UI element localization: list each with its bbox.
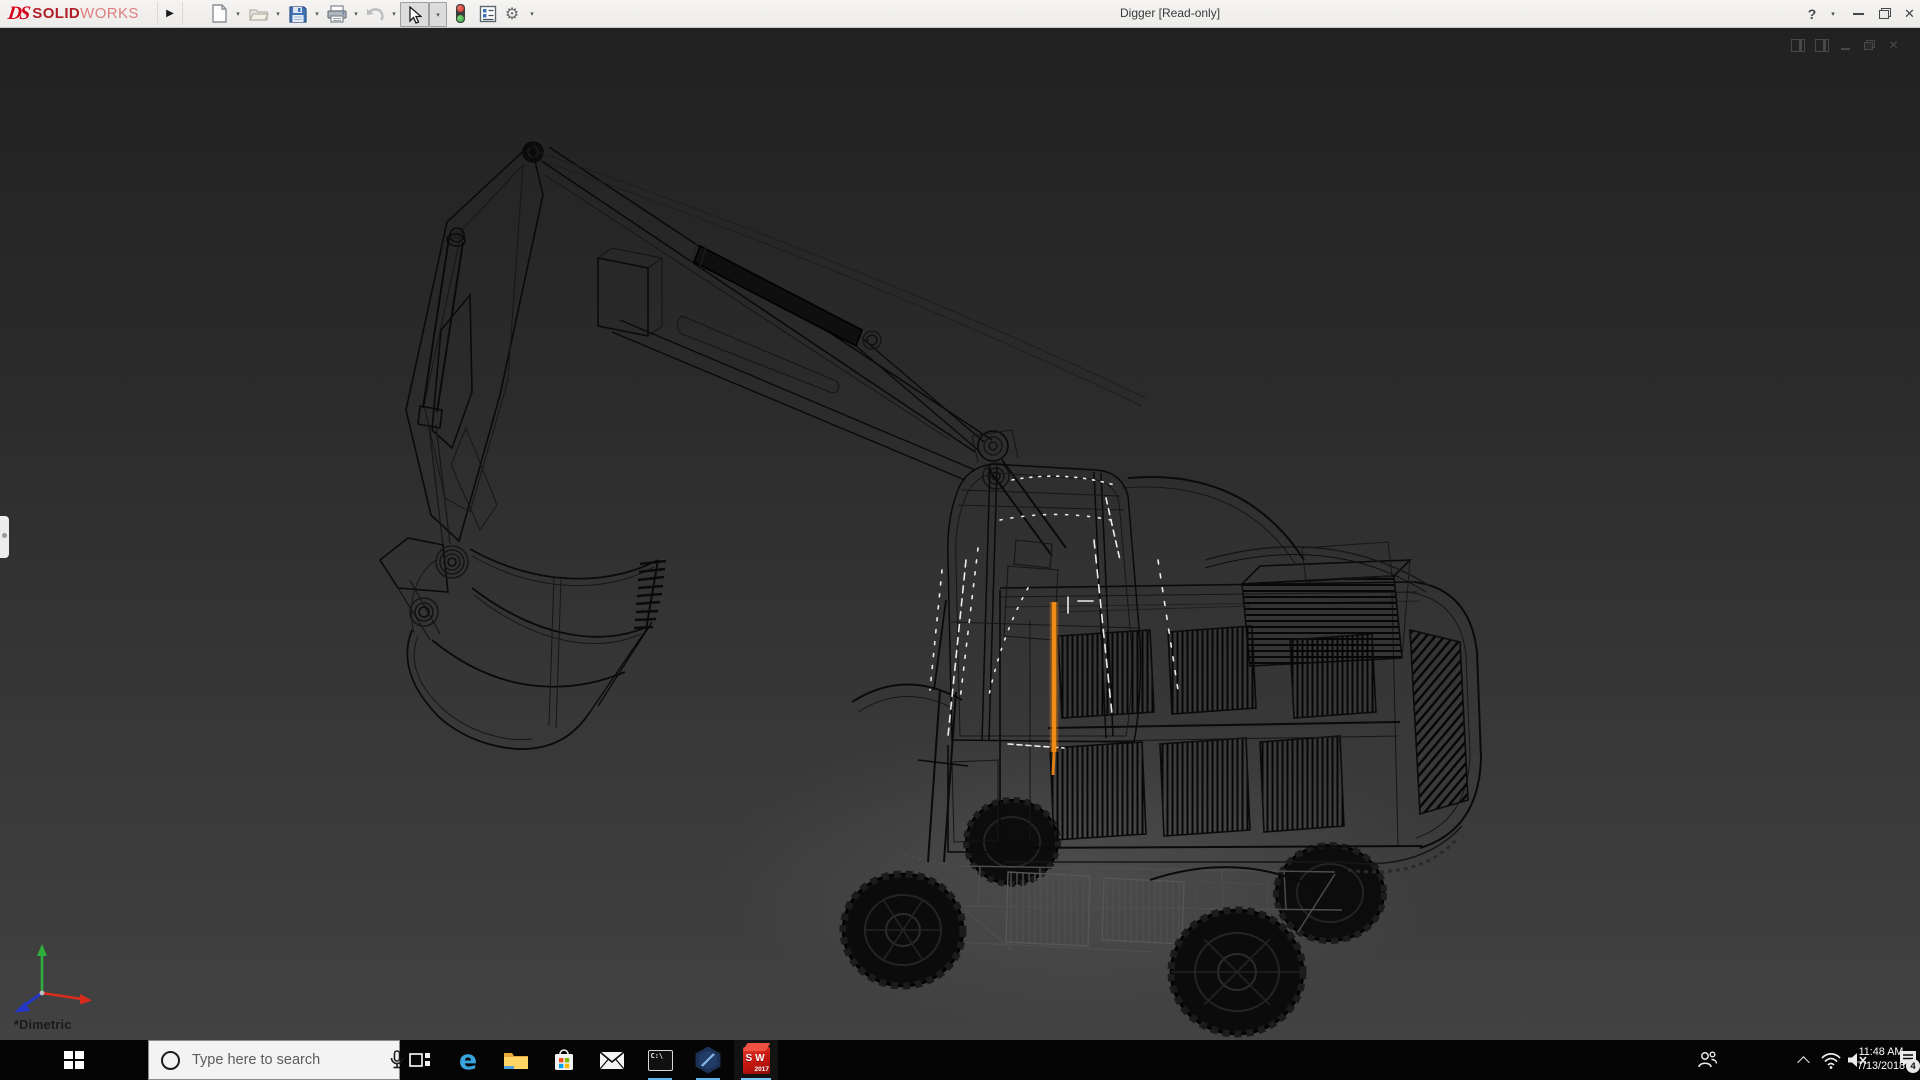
ds-logo-icon: DS (6, 3, 29, 25)
orientation-triad (6, 938, 106, 1018)
brand-works-text: WORKS (80, 5, 139, 22)
caret-icon: ▾ (1831, 10, 1835, 18)
pane-right-icon (1815, 39, 1829, 52)
task-view-icon (408, 1049, 432, 1071)
brand-solid-text: SOLID (32, 5, 80, 22)
solidworks-logo: DS SOLIDWORKS (8, 0, 139, 27)
show-pane-left-button[interactable] (1790, 38, 1805, 52)
feature-tree-flyout-tab[interactable] (0, 516, 9, 558)
doc-restore-icon (1864, 40, 1875, 50)
restore-icon (1879, 8, 1891, 19)
minimize-window-button[interactable] (1846, 0, 1870, 27)
network-tray-button[interactable] (1818, 1040, 1844, 1080)
show-pane-right-button[interactable] (1814, 38, 1829, 52)
print-dropdown[interactable]: ▾ (350, 2, 362, 25)
open-button[interactable] (247, 2, 271, 25)
file-explorer-button[interactable] (494, 1040, 538, 1080)
doc-minimize-icon (1841, 48, 1850, 50)
model-arm[interactable] (538, 147, 1146, 556)
help-button[interactable]: ? (1800, 0, 1824, 27)
solidworks-taskbar-button[interactable]: SW 2017 (734, 1040, 778, 1080)
start-button[interactable] (40, 1040, 108, 1080)
minimize-document-button[interactable] (1838, 38, 1853, 52)
solidworks-app-icon: SW 2017 (742, 1046, 769, 1073)
windows-taskbar: e C:\ SW 2017 (0, 1040, 1920, 1080)
menu-flyout-button[interactable]: ▶ (157, 2, 183, 25)
wifi-icon (1820, 1051, 1842, 1069)
close-icon: ✕ (1904, 6, 1915, 22)
file-explorer-icon (503, 1049, 529, 1071)
command-prompt-icon: C:\ (648, 1050, 673, 1071)
help-icon: ? (1808, 6, 1817, 22)
mail-icon (599, 1051, 625, 1070)
title-bar: DS SOLIDWORKS ▶ ▾ ▾ ▾ (0, 0, 1920, 28)
minimize-icon (1853, 13, 1864, 15)
store-button[interactable] (542, 1040, 586, 1080)
doc-close-icon: ✕ (1888, 39, 1898, 51)
y-axis-icon (37, 944, 47, 956)
select-cursor-icon (408, 6, 422, 24)
close-document-button[interactable]: ✕ (1886, 38, 1901, 52)
select-dropdown[interactable]: ▾ (429, 2, 447, 27)
windows-logo-icon (64, 1051, 84, 1069)
print-button[interactable] (325, 2, 349, 25)
notification-badge: 4 (1906, 1059, 1920, 1073)
help-dropdown[interactable]: ▾ (1826, 0, 1840, 27)
task-view-button[interactable] (398, 1040, 442, 1080)
model-body[interactable] (852, 477, 1481, 890)
undo-arrow-icon (365, 6, 385, 22)
sw-letters: SW (742, 1052, 769, 1063)
rebuild-button[interactable] (448, 2, 472, 25)
edrawings-button[interactable] (686, 1040, 730, 1080)
undo-button[interactable] (363, 2, 387, 25)
cortana-circle-icon (161, 1051, 180, 1070)
model-boom[interactable] (380, 142, 543, 640)
selected-edge[interactable] (1053, 602, 1054, 775)
close-window-button[interactable]: ✕ (1899, 0, 1920, 27)
show-hidden-icons-button[interactable] (1790, 1040, 1816, 1080)
view-orientation-label: *Dimetric (14, 1018, 72, 1032)
select-button[interactable] (400, 2, 429, 27)
save-dropdown[interactable]: ▾ (311, 2, 323, 25)
restore-window-button[interactable] (1873, 0, 1897, 27)
edge-icon: e (459, 1045, 477, 1076)
edrawings-hexagon-icon (695, 1047, 722, 1074)
open-dropdown[interactable]: ▾ (272, 2, 284, 25)
file-properties-button[interactable] (476, 2, 500, 25)
action-center-button[interactable]: 4 (1899, 1040, 1919, 1080)
open-folder-icon (249, 6, 269, 22)
store-icon (552, 1048, 576, 1072)
printer-icon (327, 5, 347, 23)
people-icon (1696, 1050, 1718, 1070)
new-button[interactable] (207, 2, 231, 25)
save-floppy-icon (289, 5, 307, 23)
people-tray-button[interactable] (1694, 1040, 1720, 1080)
edge-button[interactable]: e (446, 1040, 490, 1080)
undo-dropdown[interactable]: ▾ (388, 2, 400, 25)
document-title: Digger [Read-only] (1120, 0, 1220, 27)
sw-year: 2017 (754, 1066, 768, 1073)
command-prompt-button[interactable]: C:\ (638, 1040, 682, 1080)
taskbar-search-box[interactable] (148, 1040, 400, 1080)
restore-document-button[interactable] (1862, 38, 1877, 52)
file-properties-icon (479, 5, 497, 23)
x-axis-icon (80, 994, 92, 1005)
save-button[interactable] (286, 2, 310, 25)
chevron-up-icon (1797, 1056, 1810, 1069)
options-dropdown[interactable]: ▾ (526, 2, 538, 25)
new-document-icon (211, 4, 228, 23)
options-button[interactable]: ⚙ (500, 2, 524, 25)
new-dropdown[interactable]: ▾ (232, 2, 244, 25)
pane-left-icon (1791, 39, 1805, 52)
search-input[interactable] (180, 1052, 379, 1068)
mail-button[interactable] (590, 1040, 634, 1080)
digger-wireframe-model[interactable] (0, 0, 1920, 1080)
document-window-controls: ✕ (1790, 38, 1901, 52)
rebuild-traffic-light-icon (456, 4, 465, 23)
flyout-dot-icon (2, 533, 7, 538)
